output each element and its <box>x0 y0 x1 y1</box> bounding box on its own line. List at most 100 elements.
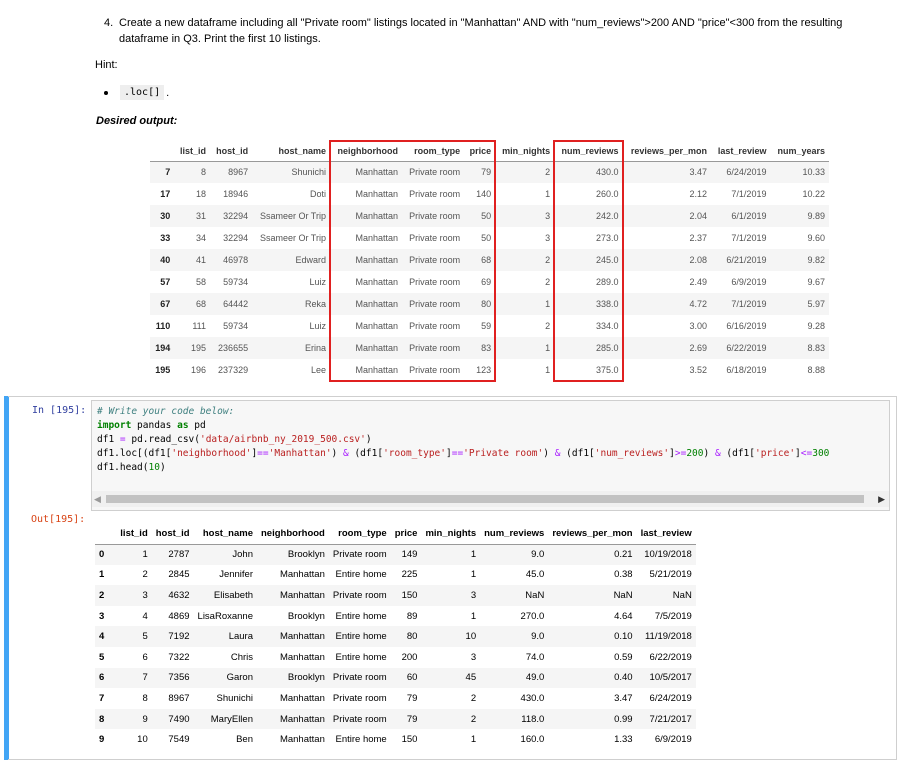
code-text[interactable]: # Write your code below: import pandas as… <box>97 405 829 475</box>
table-cell: 7/21/2017 <box>649 713 692 725</box>
scrollbar-thumb[interactable] <box>106 495 864 503</box>
table-cell: John <box>232 549 253 561</box>
row-index: 8 <box>99 713 105 725</box>
table-cell: 8 <box>142 692 148 704</box>
table-cell: 270.0 <box>520 610 545 622</box>
table-cell: Ben <box>236 734 253 746</box>
column-header: min_nights <box>495 141 555 162</box>
table-cell: 3.52 <box>689 365 707 375</box>
code-token: df1.head( <box>97 462 149 473</box>
table-cell: 3 <box>470 589 477 601</box>
question-body: Create a new dataframe including all "Pr… <box>119 17 843 45</box>
table-cell: Shunichi <box>291 167 326 178</box>
table-cell: 41 <box>195 255 206 265</box>
code-token: ) <box>331 448 343 459</box>
table-cell: 3.00 <box>689 321 707 331</box>
table-row: 4 5 7192 Laura Manhattan Entire home 80 10 9.0 0.… <box>95 626 696 647</box>
row-index: 3 <box>99 610 105 622</box>
table-row: 6 7 7356 Garon Brooklyn Private room 60 45 49.0 0… <box>95 667 696 689</box>
table-cell: 50 <box>481 233 492 243</box>
output-prompt: Out[195]: <box>31 514 86 525</box>
table-cell: 4869 <box>168 610 190 622</box>
horizontal-scrollbar[interactable]: ◀ ▶ <box>92 491 889 507</box>
table-cell: 375.0 <box>596 365 619 375</box>
table-cell: 8 <box>200 167 206 178</box>
code-line: df1.head(10) <box>97 461 829 475</box>
table-cell: Manhattan <box>355 233 399 243</box>
table-cell: 9.0 <box>531 631 545 643</box>
table-cell: 7549 <box>168 734 190 746</box>
table-cell: Manhattan <box>355 299 399 309</box>
row-index: 9 <box>99 734 105 746</box>
table-row: 57 58 59734 Luiz Manhattan Private room 69 2 289… <box>150 271 829 293</box>
table-cell: 7490 <box>168 713 190 725</box>
code-token: import <box>97 420 132 431</box>
code-token: == <box>257 448 269 459</box>
code-token: pd.read_csv( <box>125 434 200 445</box>
table-cell: 7/1/2019 <box>731 299 767 309</box>
table-cell: 2.49 <box>689 277 707 287</box>
input-prompt: In [195]: <box>32 405 87 416</box>
hint-label: Hint: <box>95 59 118 71</box>
table-cell: Erina <box>304 343 326 353</box>
table-cell: Manhattan <box>279 569 325 581</box>
table-cell: Brooklyn <box>287 549 325 561</box>
table-cell: 9.60 <box>807 233 825 243</box>
table-cell: Brooklyn <box>287 610 325 622</box>
table-cell: 31 <box>195 211 206 221</box>
table-cell: 8967 <box>168 692 190 704</box>
table-cell: 4.72 <box>689 299 707 309</box>
row-index: 195 <box>155 365 171 375</box>
table-cell: Manhattan <box>279 734 325 746</box>
table-cell: Laura <box>228 631 253 643</box>
table-cell: 3 <box>470 651 477 663</box>
table-cell: Private room <box>409 343 461 353</box>
table-cell: 7/1/2019 <box>731 233 767 243</box>
table-cell: 1 <box>142 549 148 561</box>
table-cell: Private room <box>332 692 387 704</box>
table-row: 195 196 237329 Lee Manhattan Private room 123 1… <box>150 359 829 381</box>
code-token: 'room_type' <box>383 448 446 459</box>
code-token: as <box>177 420 189 431</box>
table-cell: 79 <box>406 713 418 725</box>
table-cell: 149 <box>401 549 418 561</box>
table-cell: 0.21 <box>614 549 633 561</box>
table-cell: 150 <box>401 589 418 601</box>
table-cell: 79 <box>406 692 418 704</box>
table-cell: 9 <box>142 713 148 725</box>
table-cell: 111 <box>192 321 206 331</box>
table-cell: Luiz <box>309 321 326 331</box>
table-row: 3 4 4869 LisaRoxanne Brooklyn Entire home 89 1 2… <box>95 606 696 627</box>
table-cell: 10 <box>137 734 148 746</box>
code-line: df1 = pd.read_csv('data/airbnb_ny_2019_5… <box>97 433 829 447</box>
table-cell: 140 <box>476 189 492 199</box>
table-cell: MaryEllen <box>210 713 253 725</box>
table-cell: Private room <box>409 189 461 199</box>
table-cell: Manhattan <box>279 651 325 663</box>
row-index: 33 <box>160 233 171 243</box>
scroll-left-arrow-icon[interactable]: ◀ <box>94 494 101 505</box>
table-cell: Manhattan <box>355 255 399 265</box>
table-cell: Manhattan <box>279 713 325 725</box>
table-cell: 80 <box>406 631 418 643</box>
column-header: reviews_per_mon <box>548 523 637 545</box>
table-cell: 242.0 <box>596 211 619 221</box>
table-cell: 3 <box>545 211 551 221</box>
table-cell: Entire home <box>335 734 387 746</box>
scroll-right-arrow-icon[interactable]: ▶ <box>878 494 885 505</box>
table-cell: Manhattan <box>355 321 399 331</box>
table-cell: 2 <box>545 277 551 287</box>
table-row: 17 18 18946 Doti Manhattan Private room 140 1 26… <box>150 183 829 205</box>
row-index: 194 <box>155 343 171 353</box>
code-token: == <box>451 448 464 459</box>
column-header: neighborhood <box>329 141 403 162</box>
table-cell: 245.0 <box>596 255 619 265</box>
hint-code: .loc[] <box>120 85 165 100</box>
table-cell: 195 <box>190 343 206 353</box>
hint-bullet: .loc[] . <box>104 85 169 100</box>
table-cell: Manhattan <box>279 631 325 643</box>
desired-output-label: Desired output: <box>96 115 178 127</box>
index-header <box>150 141 175 162</box>
code-token: <= <box>800 448 813 459</box>
table-cell: 4.64 <box>614 610 633 622</box>
